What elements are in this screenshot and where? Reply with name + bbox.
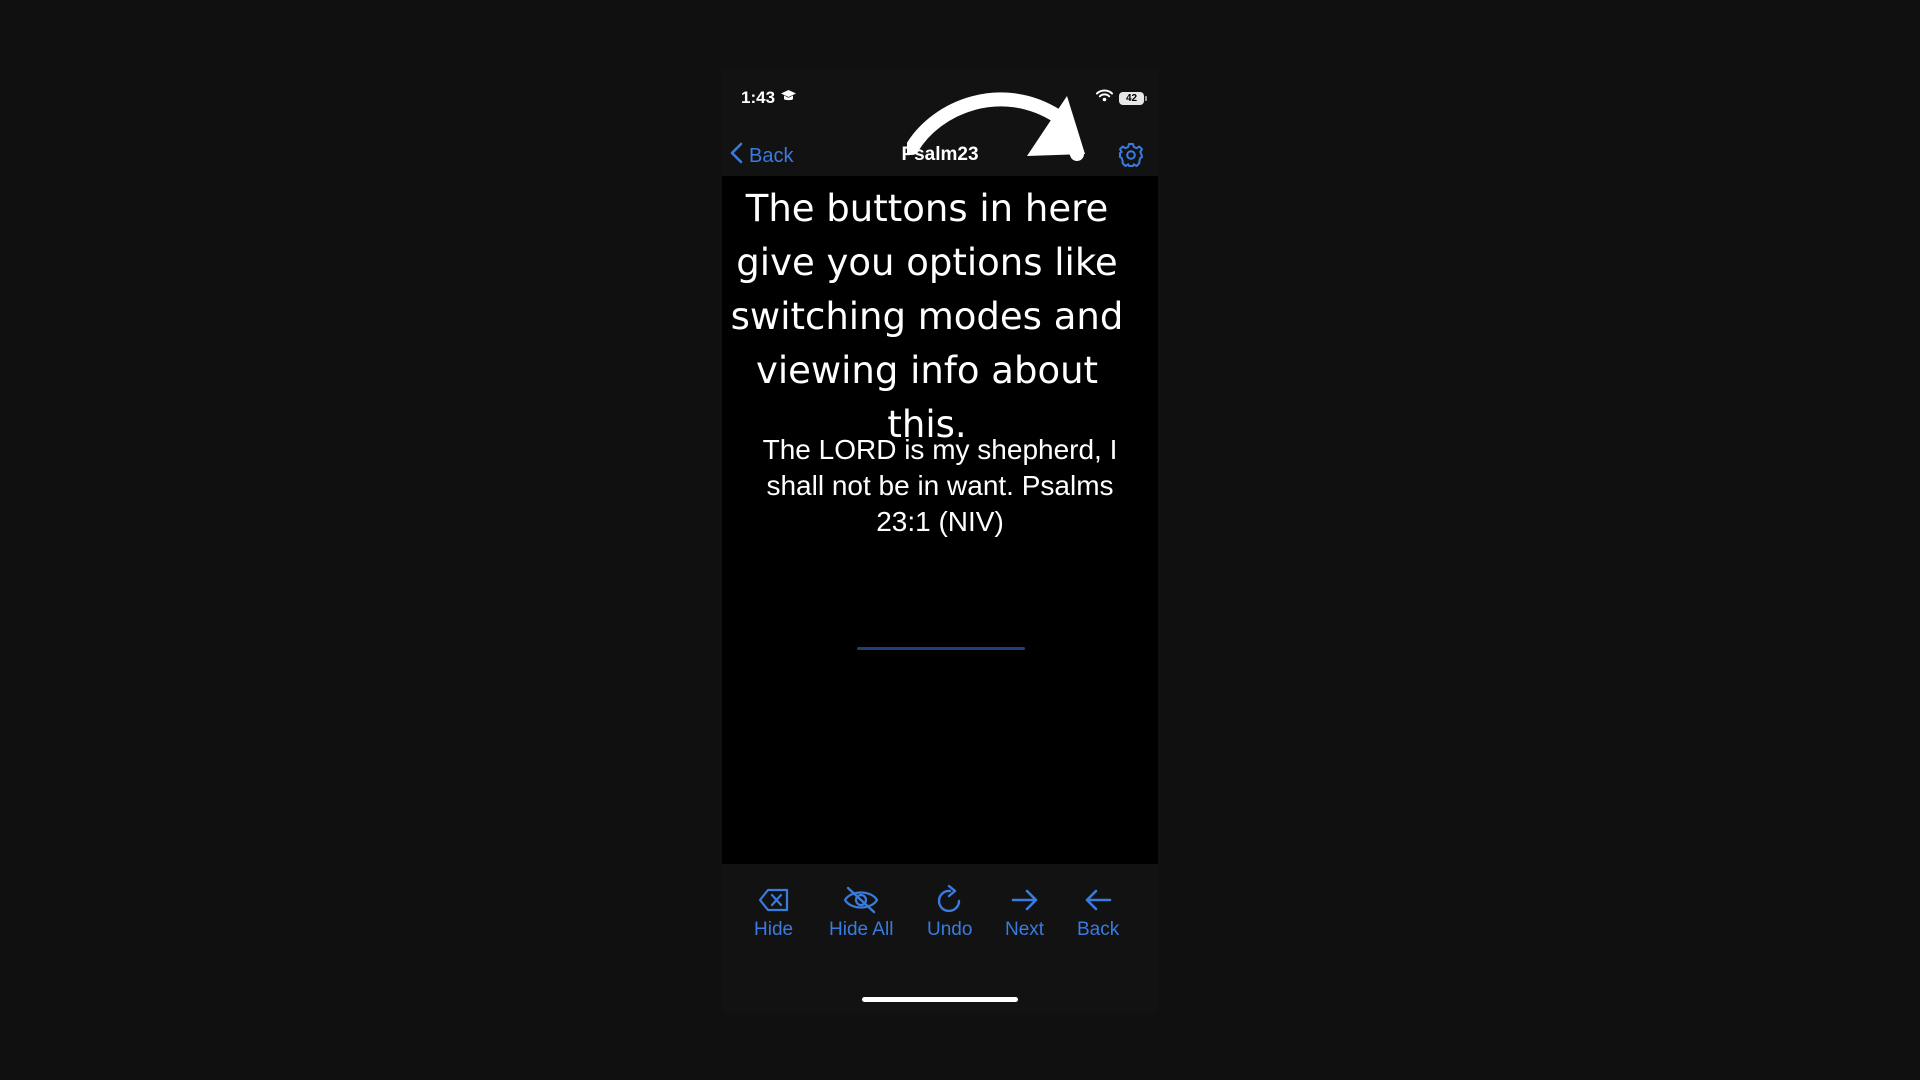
next-button-label: Next — [1005, 919, 1045, 940]
gear-icon — [1119, 143, 1143, 167]
hide-all-button-label: Hide All — [829, 919, 894, 940]
bottom-toolbar: Hide Hide All Undo Next Back — [722, 883, 1158, 953]
next-button[interactable]: Next — [1005, 883, 1044, 941]
home-indicator[interactable] — [862, 997, 1018, 1002]
back-step-button[interactable]: Back — [1077, 883, 1119, 941]
rotate-clockwise-icon — [935, 883, 965, 917]
navigation-bar: Back Psalm23 — [722, 130, 1158, 180]
page-title: Psalm23 — [901, 144, 979, 165]
arrow-left-icon — [1083, 883, 1113, 917]
status-time-group: 1:43 — [741, 88, 797, 108]
undo-button-label: Undo — [927, 919, 973, 940]
undo-button[interactable]: Undo — [927, 883, 972, 941]
status-bar: 1:43 42 — [722, 68, 1158, 128]
hide-button-label: Hide — [754, 919, 794, 940]
eye-slash-icon — [843, 883, 879, 917]
hide-all-button[interactable]: Hide All — [829, 883, 893, 941]
graduation-cap-icon — [780, 88, 797, 108]
status-indicators: 42 — [1096, 89, 1147, 107]
arrow-right-icon — [1010, 883, 1040, 917]
progress-indicator — [857, 647, 1025, 650]
tooltip-text: The buttons in here give you options lik… — [730, 187, 1124, 446]
battery-icon: 42 — [1119, 91, 1147, 105]
verse-text: The LORD is my shepherd, I shall not be … — [762, 434, 1118, 537]
settings-button[interactable] — [1116, 140, 1146, 170]
status-time: 1:43 — [741, 88, 776, 107]
phone-screen: 1:43 42 Back Psalm23 The buttons in here… — [722, 68, 1158, 1013]
delete-left-icon — [758, 883, 790, 917]
hide-button[interactable]: Hide — [754, 883, 793, 941]
back-step-button-label: Back — [1077, 919, 1120, 940]
memorization-content: The buttons in here give you options lik… — [722, 176, 1158, 864]
wifi-icon — [1096, 89, 1113, 107]
